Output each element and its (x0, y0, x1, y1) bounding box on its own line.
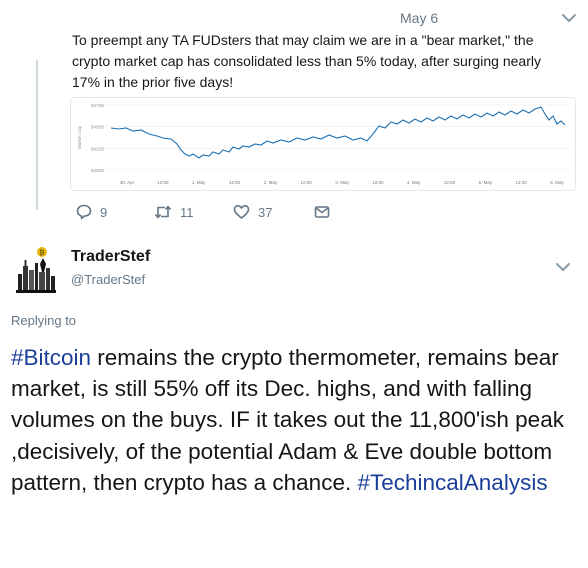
x-tick-label: 12:00 (301, 180, 313, 185)
direct-message-button[interactable] (314, 204, 338, 220)
thread-connector-line (36, 60, 38, 210)
reply-button[interactable]: 9 (76, 204, 107, 220)
chevron-down-icon[interactable] (555, 262, 571, 272)
reply-bubble-icon (76, 204, 100, 220)
like-count: 37 (258, 204, 273, 220)
y-tick-label: $425B (91, 146, 104, 151)
x-tick-label: 5. May (479, 180, 493, 185)
avatar[interactable]: ₿ (16, 246, 56, 294)
x-tick-label: 3. May (335, 180, 349, 185)
y-tick-label: $450B (91, 125, 104, 130)
x-tick-label: 1. May (192, 180, 206, 185)
user-handle[interactable]: @TraderStef (71, 272, 145, 287)
retweet-icon (154, 204, 180, 220)
hashtag-link[interactable]: #Bitcoin (11, 345, 91, 370)
x-tick-label: 12:00 (229, 180, 241, 185)
x-tick-label: 6. May (550, 180, 564, 185)
x-tick-label: 4. May (407, 180, 421, 185)
tweet-media-chart[interactable]: $475B $450B $425B $400B Market Cap 30. Apr 12:… (70, 97, 576, 191)
svg-text:₿: ₿ (39, 249, 44, 257)
tweet-date[interactable]: May 6 (400, 10, 438, 26)
chevron-down-icon[interactable] (561, 13, 577, 23)
y-tick-label: $400B (91, 168, 104, 173)
heart-icon (233, 204, 258, 220)
x-tick-label: 12:00 (372, 180, 384, 185)
y-axis-label: Market Cap (77, 125, 82, 149)
reply-count: 9 (100, 204, 108, 220)
retweet-button[interactable]: 11 (154, 204, 194, 220)
hashtag-link[interactable]: #TechincalAnalysis (357, 470, 547, 495)
x-tick-label: 30. Apr (120, 180, 135, 185)
display-name[interactable]: TraderStef (71, 248, 150, 266)
market-cap-series-line (110, 106, 566, 159)
tweet-actions: 9 11 37 (76, 204, 376, 226)
replying-to-label: Replying to (11, 313, 77, 328)
envelope-icon (314, 204, 338, 220)
tweet-text: To preempt any TA FUDsters that may clai… (72, 32, 541, 90)
retweet-count: 11 (180, 204, 194, 220)
x-tick-label: 12:00 (516, 180, 528, 185)
reply-tweet-text: #Bitcoin remains the crypto thermometer,… (11, 342, 581, 498)
x-tick-label: 2. May (264, 180, 278, 185)
x-tick-label: 12:00 (157, 180, 169, 185)
market-cap-chart: $475B $450B $425B $400B Market Cap 30. Apr 12:… (77, 103, 569, 185)
x-tick-label: 12:00 (444, 180, 456, 185)
like-button[interactable]: 37 (233, 204, 272, 220)
y-tick-label: $475B (91, 103, 104, 108)
